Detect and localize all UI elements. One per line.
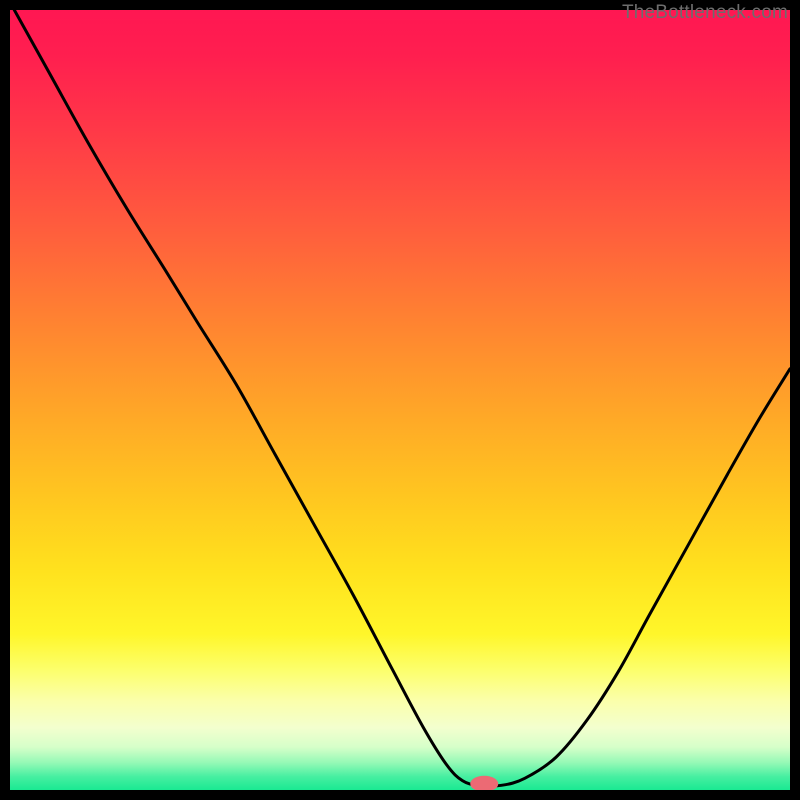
watermark-text: TheBottleneck.com — [622, 2, 788, 24]
bottleneck-plot — [10, 10, 790, 790]
gradient-background — [10, 10, 790, 790]
chart-frame: TheBottleneck.com — [0, 0, 800, 800]
